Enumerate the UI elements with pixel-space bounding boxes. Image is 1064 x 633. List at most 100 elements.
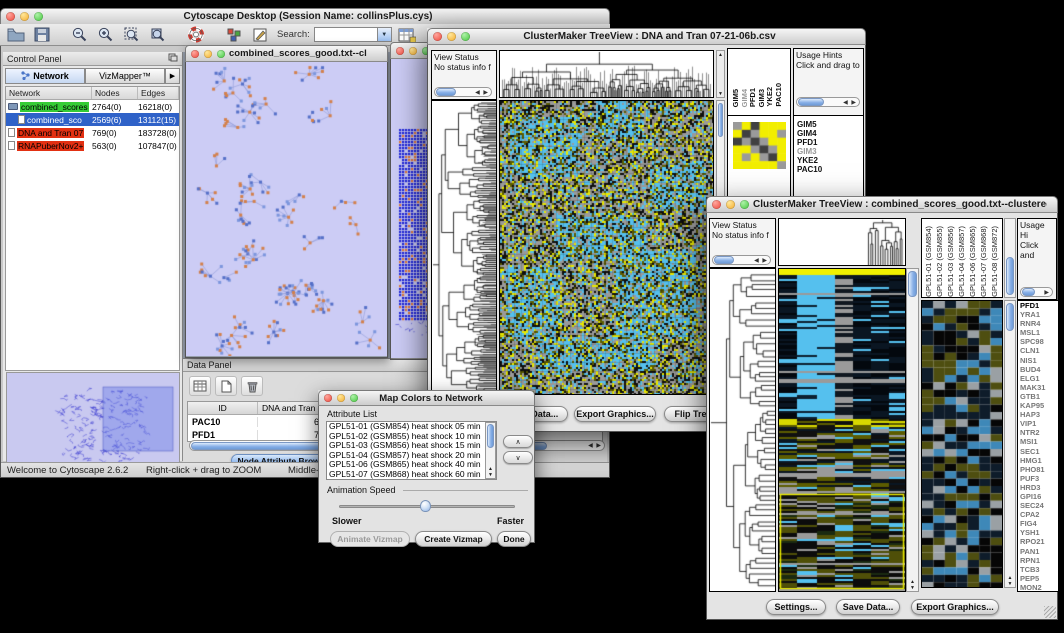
row-label: YKE2	[797, 156, 822, 165]
help-lifesaver-icon[interactable]	[185, 25, 207, 44]
minimize-icon[interactable]	[20, 12, 29, 21]
tab-more-button[interactable]: ▶	[165, 68, 180, 84]
slower-label: Slower	[332, 516, 362, 526]
network-tree-icon	[21, 71, 30, 82]
gene-label: FIG4	[1018, 519, 1058, 528]
tv2-gene-labels-panel: PFD1YRA1RNR4MSL1SPC98CLN1NIS1BUD4ELG1MAK…	[1017, 300, 1059, 592]
tv1-export-graphics-button[interactable]: Export Graphics...	[574, 406, 656, 422]
float-panel-icon[interactable]	[168, 53, 178, 64]
zoom-out-icon[interactable]	[69, 25, 91, 44]
gene-label: MAK31	[1018, 383, 1058, 392]
animate-vizmap-button[interactable]: Animate Vizmap	[330, 531, 410, 547]
tv2-column-dendrogram[interactable]	[778, 218, 906, 266]
tv2-settings-button[interactable]: Settings...	[766, 599, 826, 615]
network-list-row[interactable]: combined_sco 2569(6) 13112(15)	[6, 113, 179, 126]
tv2-gene-labels: PFD1YRA1RNR4MSL1SPC98CLN1NIS1BUD4ELG1MAK…	[1018, 301, 1058, 592]
minimize-icon[interactable]	[337, 394, 345, 402]
attribute-listbox[interactable]: GPL51-01 (GSM854) heat shock 05 minGPL51…	[326, 421, 497, 480]
tv1-row-dendrogram[interactable]	[431, 100, 497, 395]
tv2-collabel-vscrollbar[interactable]	[1004, 218, 1016, 298]
network-view-window: combined_scores_good.txt--cluste...	[185, 45, 388, 358]
gene-label: CPA2	[1018, 510, 1058, 519]
close-icon[interactable]	[433, 32, 442, 41]
create-vizmap-button[interactable]: Create Vizmap	[415, 531, 492, 547]
minimize-icon[interactable]	[447, 32, 456, 41]
attribute-item[interactable]: GPL51-07 (GSM868) heat shock 60 min	[327, 470, 496, 480]
network-canvas[interactable]	[186, 62, 387, 356]
gene-label: PFD1	[1018, 301, 1058, 310]
treeview2-titlebar[interactable]: ClusterMaker TreeView : combined_scores_…	[706, 196, 1058, 213]
tab-vizmapper[interactable]: VizMapper™	[85, 68, 165, 84]
network-list-header[interactable]: Network Nodes Edges	[6, 87, 179, 100]
minimize-icon[interactable]	[204, 50, 212, 58]
zoom-icon[interactable]	[350, 394, 358, 402]
vizmapper-icon[interactable]	[223, 25, 245, 44]
network-list-row[interactable]: DNA and Tran 07 769(0) 183728(0)	[6, 126, 179, 139]
open-folder-icon[interactable]	[5, 25, 27, 44]
control-panel: Control Panel Network VizMapper™ ▶ Netwo…	[3, 52, 183, 461]
zoom-icon[interactable]	[34, 12, 43, 21]
network-list-row[interactable]: combined_scores 2764(0) 16218(0)	[6, 100, 179, 113]
gene-label: NIS1	[1018, 356, 1058, 365]
chevron-down-icon[interactable]: ▼	[377, 28, 391, 41]
treeview1-titlebar[interactable]: ClusterMaker TreeView : DNA and Tran 07-…	[427, 28, 866, 45]
tv1-main-heatmap[interactable]	[499, 100, 714, 395]
minimize-icon[interactable]	[726, 200, 735, 209]
close-icon[interactable]	[6, 12, 15, 21]
birds-eye-view[interactable]	[6, 372, 180, 468]
tv2-row-dendrogram[interactable]	[709, 268, 776, 592]
tab-network[interactable]: Network	[5, 68, 85, 84]
move-down-button[interactable]: ∨	[503, 451, 533, 464]
close-icon[interactable]	[324, 394, 332, 402]
tv2-status-scrollbar[interactable]: ◀ ▶	[712, 255, 771, 265]
trash-icon[interactable]	[241, 376, 263, 396]
column-label: PAC10	[774, 83, 783, 107]
tv2-column-labels: GPL51-01 (GSM854)GPL51-02 (GSM855)GPL51-…	[924, 219, 1001, 297]
network-list-row[interactable]: RNAPuberNov2+ 563(0) 107847(0)	[6, 139, 179, 152]
tv2-zoom-heatmap[interactable]	[921, 300, 1003, 588]
gene-label: RPO21	[1018, 537, 1058, 546]
zoom-fit-icon[interactable]	[121, 25, 143, 44]
dialog-titlebar[interactable]: Map Colors to Network	[318, 390, 535, 406]
gene-label: MSL1	[1018, 328, 1058, 337]
network-list: Network Nodes Edges combined_scores 2764…	[5, 86, 180, 371]
tv1-hints-scrollbar[interactable]: ◀ ▶	[796, 97, 860, 107]
gene-label: MON2	[1018, 583, 1058, 592]
table-grid-icon[interactable]	[189, 376, 211, 396]
zoom-icon[interactable]	[461, 32, 470, 41]
tv1-top-scroll-strip[interactable]: ▲▼	[716, 50, 725, 98]
save-icon[interactable]	[31, 25, 53, 44]
zoom-in-icon[interactable]	[95, 25, 117, 44]
tv2-gene-vscrollbar[interactable]: ▲▼	[1004, 300, 1016, 588]
tv2-heatmap-vscrollbar[interactable]: ▲▼	[906, 268, 919, 592]
tv2-hints-scrollbar[interactable]: ▶	[1020, 287, 1053, 297]
treeview2-window: ClusterMaker TreeView : combined_scores_…	[706, 196, 1058, 620]
zoom-selected-icon[interactable]	[147, 25, 169, 44]
close-icon[interactable]	[396, 47, 404, 55]
search-input[interactable]: ▼	[314, 27, 392, 42]
minimize-icon[interactable]	[409, 47, 417, 55]
listbox-vscrollbar[interactable]: ▲▼	[485, 422, 496, 479]
attr-col-id[interactable]: ID	[188, 402, 258, 414]
slider-thumb[interactable]	[420, 500, 431, 512]
tv1-column-dendrogram[interactable]	[499, 50, 714, 98]
close-icon[interactable]	[712, 200, 721, 209]
main-titlebar[interactable]: Cytoscape Desktop (Session Name: collins…	[0, 8, 610, 25]
close-icon[interactable]	[191, 50, 199, 58]
zoom-icon[interactable]	[217, 50, 225, 58]
move-up-button[interactable]: ∧	[503, 435, 533, 448]
resize-grip[interactable]	[1044, 606, 1056, 618]
control-panel-title: Control Panel	[7, 54, 62, 64]
tv2-save-data-button[interactable]: Save Data...	[836, 599, 900, 615]
network-view-titlebar[interactable]: combined_scores_good.txt--cluste...	[185, 45, 388, 62]
tv1-zoom-heatmap[interactable]	[733, 122, 786, 169]
done-button[interactable]: Done	[497, 531, 531, 547]
zoom-icon[interactable]	[740, 200, 749, 209]
tv2-main-heatmap[interactable]	[778, 268, 906, 592]
tv2-export-graphics-button[interactable]: Export Graphics...	[911, 599, 999, 615]
new-page-icon[interactable]	[215, 376, 237, 396]
gene-label: BUD4	[1018, 365, 1058, 374]
scroll-arrows-icon[interactable]: ◀ ▶	[588, 442, 603, 449]
tv1-status-scrollbar[interactable]: ◀ ▶	[434, 87, 492, 97]
annotation-icon[interactable]	[249, 25, 271, 44]
